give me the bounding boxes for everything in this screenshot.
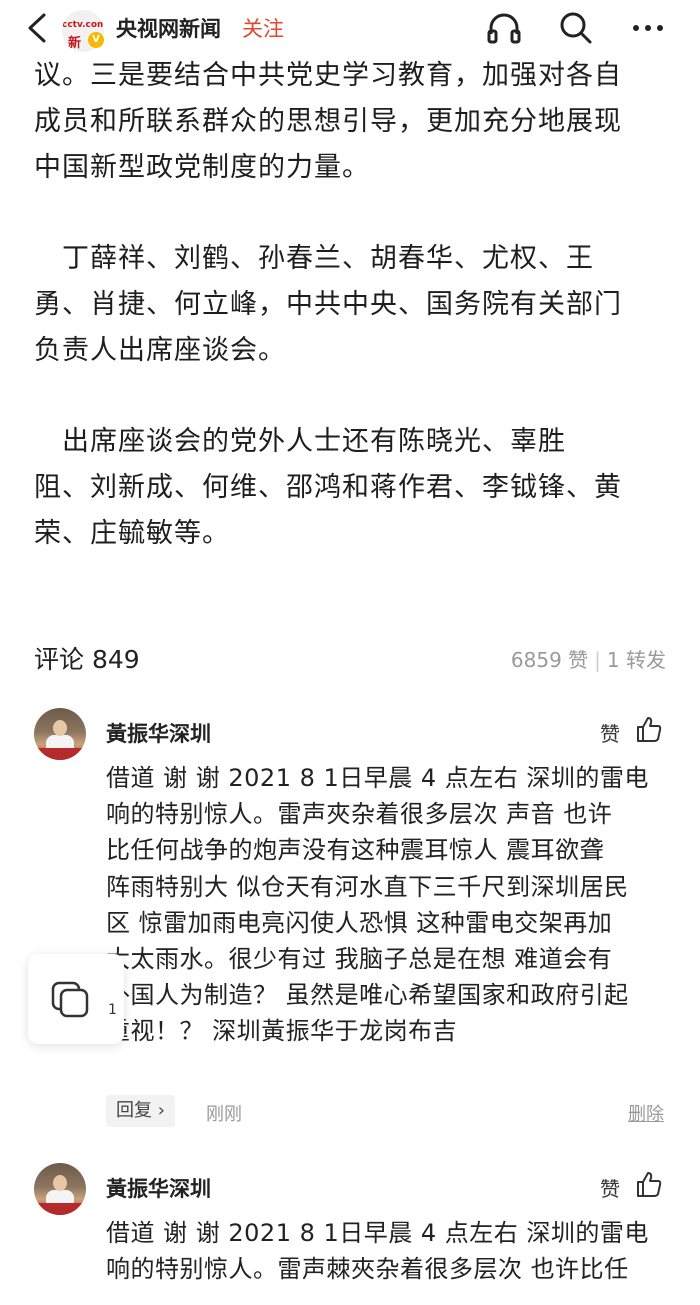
logo-text: cctv.com	[62, 20, 104, 30]
avatar-desk	[34, 748, 86, 760]
comment-like-button[interactable]: 赞	[584, 714, 664, 746]
comment-item: 黃振华深圳 赞 借道 谢 谢 2021 8 1日早晨 4 点左右 深圳的雷电 响…	[0, 708, 700, 1138]
comment-line: 阵雨特别大 似仓天有河水直下三千尺到深圳居民	[106, 872, 629, 901]
commenter-name[interactable]: 黃振华深圳	[106, 718, 211, 748]
article-paragraph: 议。三是要结合中共党史学习教育，加强对各自 成员和所联系群众的思想引导，更加充分…	[34, 53, 674, 191]
logo-char: 新	[68, 36, 82, 51]
follow-button[interactable]: 关注	[242, 13, 284, 43]
article-line: 成员和所联系群众的思想引导，更加充分地展现	[34, 106, 622, 137]
comment-time: 刚刚	[206, 1104, 242, 1125]
account-name[interactable]: 央视网新闻	[116, 13, 221, 43]
comment-line: 响的特别惊人。雷声棘夾杂着很多层次 也许比任	[106, 1255, 629, 1284]
reply-button[interactable]: 回复 ›	[106, 1095, 175, 1127]
article-line: 勇、肖捷、何立峰，中共中央、国务院有关部门	[34, 289, 622, 320]
floating-window-count: 1	[108, 1002, 117, 1018]
article-line: 中国新型政党制度的力量。	[34, 152, 370, 183]
verified-badge: V	[88, 32, 104, 48]
article-line: 议。三是要结合中共党史学习教育，加强对各自	[34, 60, 622, 91]
article-line: 荣、庄毓敏等。	[34, 518, 230, 549]
article-line: 出席座谈会的党外人士还有陈晓光、辜胜	[34, 426, 566, 457]
avatar-face	[53, 1175, 67, 1191]
thumbs-up-icon	[637, 717, 662, 742]
like-label: 赞	[600, 1177, 620, 1201]
commenter-avatar[interactable]	[34, 708, 86, 760]
comment-line: 响的特别惊人。雷声夾杂着很多层次 声音 也许	[106, 800, 613, 829]
comment-text: 借道 谢 谢 2021 8 1日早晨 4 点左右 深圳的雷电 响的特别惊人。雷声…	[106, 760, 676, 1050]
comment-line: 借道 谢 谢 2021 8 1日早晨 4 点左右 深圳的雷电	[106, 1219, 649, 1247]
likes-count[interactable]: 6859 赞	[511, 648, 588, 672]
avatar-face	[53, 720, 67, 736]
comment-line: 重视！？ 深圳黃振华于龙岗布吉	[106, 1017, 458, 1046]
delete-link[interactable]: 删除	[628, 1100, 664, 1126]
article-line: 丁薛祥、刘鹤、孙春兰、胡春华、尤权、王	[34, 243, 594, 274]
comment-line: 借道 谢 谢 2021 8 1日早晨 4 点左右 深圳的雷电	[106, 764, 649, 792]
comment-line: 大太雨水。很少有过 我脑子总是在想 难道会有	[106, 945, 613, 974]
like-label: 赞	[600, 722, 620, 746]
comment-text: 借道 谢 谢 2021 8 1日早晨 4 点左右 深圳的雷电 响的特别惊人。雷声…	[106, 1215, 676, 1287]
search-icon[interactable]	[558, 10, 594, 46]
article-line: 阻、刘新成、何维、邵鸿和蒋作君、李钺锋、黄	[34, 472, 622, 503]
comment-meta: 回复 › 刚刚 删除	[106, 1095, 676, 1129]
comment-line: 区 惊雷加雨电亮闪使人恐惧 这种雷电交架再加	[106, 908, 613, 937]
article-line: 负责人出席座谈会。	[34, 335, 286, 366]
comment-line: 外国人为制造？ 虽然是唯心希望国家和政府引起	[106, 981, 629, 1010]
article-paragraph: 出席座谈会的党外人士还有陈晓光、辜胜 阻、刘新成、何维、邵鸿和蒋作君、李钺锋、黄…	[34, 419, 674, 557]
shares-count[interactable]: 1 转发	[607, 648, 666, 672]
floating-window-button[interactable]: 1	[28, 954, 124, 1044]
article-paragraph: 丁薛祥、刘鹤、孙春兰、胡春华、尤权、王 勇、肖捷、何立峰，中共中央、国务院有关部…	[34, 236, 674, 374]
commenter-avatar[interactable]	[34, 1163, 86, 1215]
commenter-name[interactable]: 黃振华深圳	[106, 1173, 211, 1203]
thumbs-up-icon	[637, 1172, 662, 1197]
more-icon[interactable]	[630, 10, 666, 46]
back-icon[interactable]	[22, 10, 52, 46]
stats-divider: |	[594, 648, 601, 672]
avatar-desk	[34, 1203, 86, 1215]
copy-windows-icon	[51, 981, 89, 1018]
engagement-stats: 6859 赞 | 1 转发	[511, 644, 666, 673]
comment-like-button[interactable]: 赞	[584, 1169, 664, 1201]
comment-stats-bar: 评论 849 6859 赞 | 1 转发	[0, 636, 700, 680]
comment-line: 比任何战争的炮声没有这种震耳惊人 震耳欲聋	[106, 836, 605, 865]
top-bar: cctv.com 新 V 央视网新闻 关注	[0, 0, 700, 56]
comment-item: 黃振华深圳 赞 借道 谢 谢 2021 8 1日早晨 4 点左右 深圳的雷电 响…	[0, 1163, 700, 1305]
headphones-icon[interactable]	[486, 10, 522, 46]
comments-count: 评论 849	[34, 645, 140, 674]
